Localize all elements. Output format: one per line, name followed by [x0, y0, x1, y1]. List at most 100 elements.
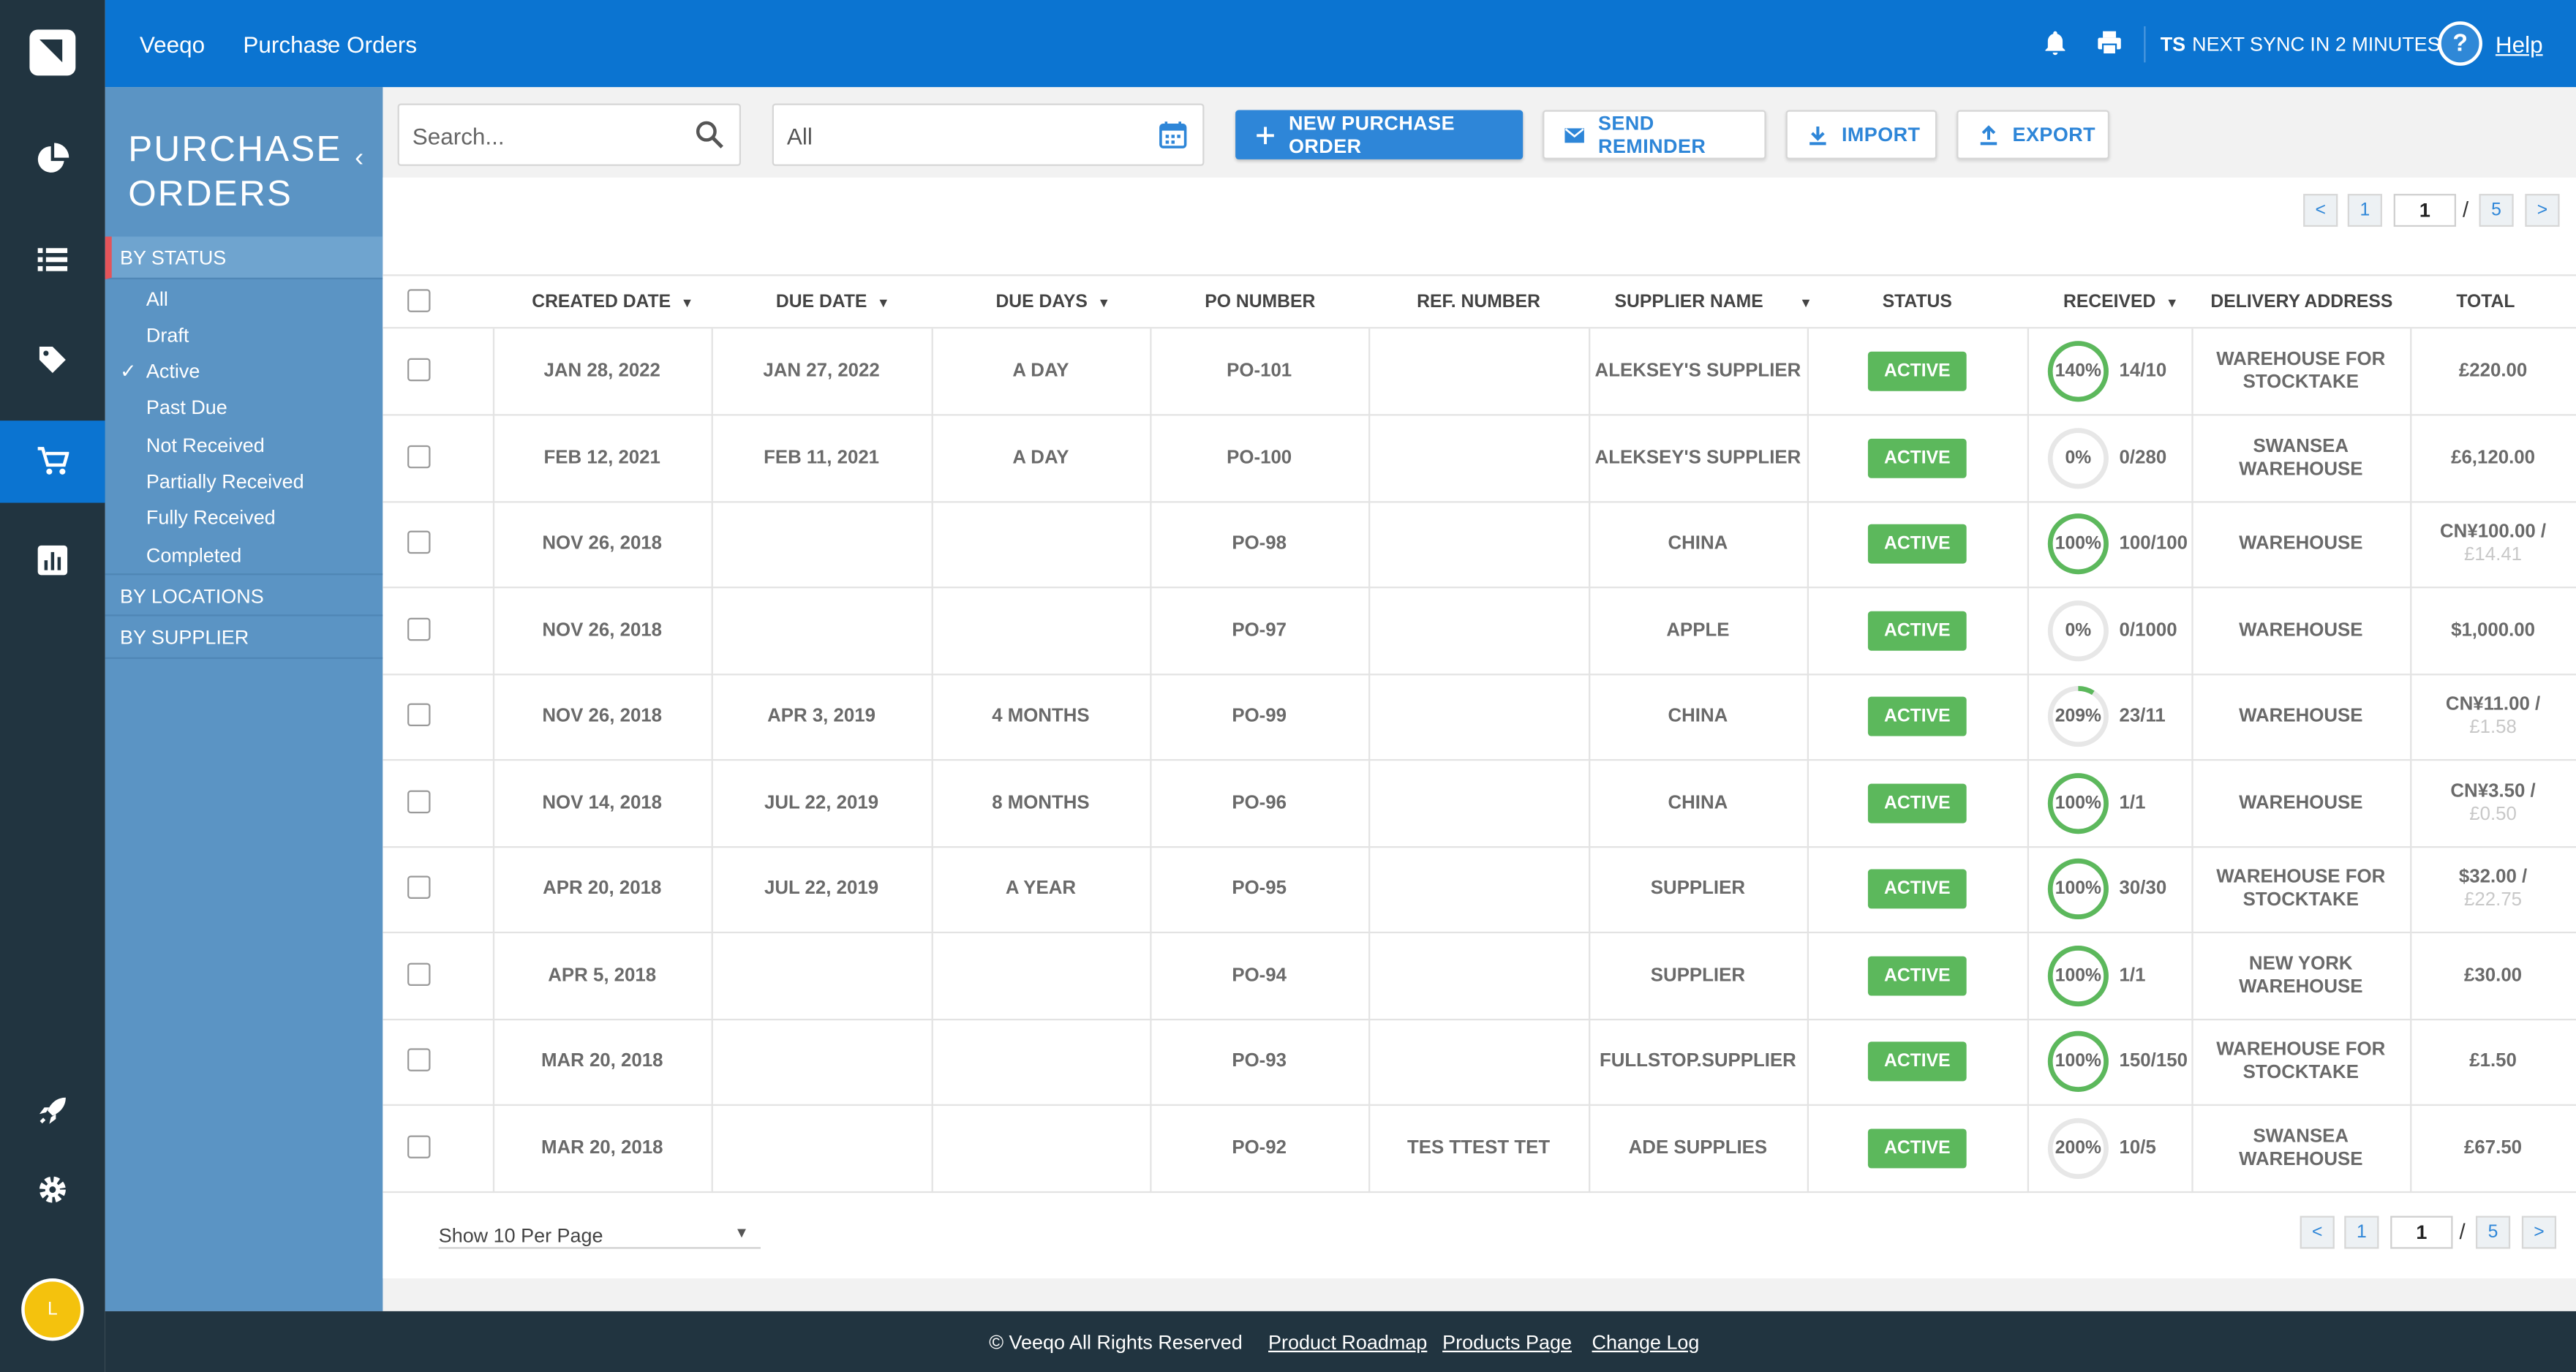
- row-checkbox[interactable]: [407, 530, 431, 554]
- first-page-button[interactable]: 1: [2347, 194, 2382, 227]
- cell-po-number[interactable]: PO-97: [1150, 587, 1368, 673]
- next-page-button[interactable]: >: [2525, 194, 2560, 227]
- section-by-status[interactable]: BY STATUS: [105, 236, 383, 279]
- bell-icon[interactable]: [2042, 29, 2068, 56]
- status-filter-active[interactable]: Active: [146, 360, 200, 382]
- product-roadmap-link[interactable]: Product Roadmap: [1268, 1331, 1427, 1354]
- reports-chart-icon[interactable]: [0, 519, 105, 601]
- column-header-total[interactable]: TOTAL: [2456, 293, 2515, 312]
- row-checkbox[interactable]: [407, 444, 431, 468]
- cell-po-number[interactable]: PO-95: [1150, 846, 1368, 932]
- calendar-icon[interactable]: [1159, 120, 1188, 149]
- table-row[interactable]: FEB 12, 2021 FEB 11, 2021 A DAY PO-100 ALEKS…: [383, 415, 2576, 502]
- import-button[interactable]: IMPORT: [1785, 110, 1937, 159]
- status-filter-fully-received[interactable]: Fully Received: [146, 506, 276, 529]
- table-row[interactable]: MAR 20, 2018 PO-93 FULLSTOP.SUPPLIER WAREHO…: [383, 1018, 2576, 1107]
- send-reminder-button[interactable]: SEND REMINDER: [1543, 110, 1766, 159]
- status-filter-partially-received[interactable]: Partially Received: [146, 470, 304, 493]
- cell-due-days: 4 MONTHS: [992, 706, 1090, 727]
- cell-po-number[interactable]: PO-100: [1150, 415, 1368, 500]
- table-row[interactable]: MAR 20, 2018 PO-92 TES TTEST TET ADE SUPPLI…: [383, 1104, 2576, 1192]
- section-by-locations[interactable]: BY LOCATIONS: [105, 573, 383, 617]
- search-field[interactable]: Search...: [397, 103, 742, 166]
- cell-po-number[interactable]: PO-93: [1150, 1019, 1368, 1104]
- last-page-button[interactable]: 5: [2475, 1215, 2511, 1249]
- first-page-button[interactable]: 1: [2344, 1215, 2379, 1249]
- row-checkbox[interactable]: [407, 358, 431, 382]
- column-divider: [2027, 501, 2030, 589]
- column-header-due-days[interactable]: DUE DAYS ▼: [995, 293, 1110, 312]
- products-tag-icon[interactable]: [0, 319, 105, 401]
- orders-list-icon[interactable]: [0, 219, 105, 301]
- cell-created-date: APR 5, 2018: [548, 965, 657, 985]
- cell-delivery-address: SWANSEA WAREHOUSE: [2239, 1126, 2363, 1169]
- cell-delivery-address: WAREHOUSE: [2239, 534, 2363, 554]
- row-checkbox[interactable]: [407, 789, 431, 813]
- page-number-input[interactable]: 1: [2393, 194, 2457, 227]
- date-range-select[interactable]: All: [772, 103, 1205, 166]
- cell-po-number[interactable]: PO-98: [1150, 501, 1368, 587]
- total-amount: £1.50: [2469, 1051, 2517, 1071]
- cell-supplier-name: CHINA: [1668, 534, 1728, 554]
- help-link[interactable]: Help: [2496, 31, 2543, 58]
- products-page-link[interactable]: Products Page: [1442, 1331, 1572, 1354]
- column-header-ref-number[interactable]: REF. NUMBER: [1417, 293, 1540, 312]
- row-checkbox[interactable]: [407, 962, 431, 985]
- status-filter-past-due[interactable]: Past Due: [146, 396, 227, 418]
- row-checkbox[interactable]: [407, 703, 431, 727]
- help-icon[interactable]: ?: [2438, 21, 2482, 66]
- new-purchase-order-button[interactable]: NEW PURCHASE ORDER: [1235, 110, 1524, 159]
- table-row[interactable]: NOV 26, 2018 APR 3, 2019 4 MONTHS PO-99 CHIN…: [383, 674, 2576, 761]
- table-row[interactable]: NOV 26, 2018 PO-98 CHINA WAREHOUSE ACTIVE 100…: [383, 501, 2576, 589]
- user-avatar[interactable]: L: [21, 1278, 84, 1341]
- select-all-checkbox[interactable]: [407, 289, 431, 312]
- column-header-po-number[interactable]: PO NUMBER: [1205, 293, 1315, 312]
- collapse-sidebar-icon[interactable]: ‹: [355, 145, 364, 174]
- per-page-select[interactable]: Show 10 Per Page ▼: [438, 1205, 761, 1249]
- table-row[interactable]: APR 5, 2018 PO-94 SUPPLIER NEW YORK WAREHOU…: [383, 932, 2576, 1020]
- section-by-supplier[interactable]: BY SUPPLIER: [105, 617, 383, 659]
- cell-po-number[interactable]: PO-101: [1150, 328, 1368, 414]
- rocket-icon[interactable]: [0, 1070, 105, 1152]
- logo-icon[interactable]: [29, 29, 76, 76]
- settings-gear-icon[interactable]: [0, 1148, 105, 1230]
- column-header-delivery-address[interactable]: DELIVERY ADDRESS: [2210, 293, 2392, 312]
- status-filter-draft[interactable]: Draft: [146, 324, 189, 347]
- page-number-input[interactable]: 1: [2390, 1215, 2453, 1249]
- cell-po-number[interactable]: PO-94: [1150, 932, 1368, 1018]
- search-input[interactable]: Search...: [413, 124, 505, 150]
- status-filter-completed[interactable]: Completed: [146, 544, 241, 567]
- last-page-button[interactable]: 5: [2479, 194, 2514, 227]
- status-filter-not-received[interactable]: Not Received: [146, 434, 265, 456]
- table-row[interactable]: NOV 14, 2018 JUL 22, 2019 8 MONTHS PO-96 CHI…: [383, 760, 2576, 848]
- row-checkbox[interactable]: [407, 1134, 431, 1158]
- row-checkbox[interactable]: [407, 875, 431, 899]
- received-count: 30/30: [2119, 878, 2167, 899]
- table-row[interactable]: JAN 28, 2022 JAN 27, 2022 A DAY PO-101 ALEKS…: [383, 328, 2576, 416]
- breadcrumb-root[interactable]: Veeqo: [140, 31, 205, 58]
- table-row[interactable]: APR 20, 2018 JUL 22, 2019 A YEAR PO-95 SUPPL…: [383, 846, 2576, 934]
- status-filter-all[interactable]: All: [146, 287, 168, 310]
- column-header-supplier-name[interactable]: SUPPLIER NAME ▼: [1615, 293, 1812, 312]
- row-checkbox[interactable]: [407, 617, 431, 641]
- prev-page-button[interactable]: <: [2303, 194, 2338, 227]
- row-checkbox[interactable]: [407, 1048, 431, 1071]
- dashboard-pie-icon[interactable]: [0, 118, 105, 200]
- envelope-icon: [1564, 127, 1584, 143]
- column-header-due-date[interactable]: DUE DATE ▼: [776, 293, 890, 312]
- cell-due-date: JUL 22, 2019: [764, 878, 879, 899]
- next-page-button[interactable]: >: [2521, 1215, 2557, 1249]
- change-log-link[interactable]: Change Log: [1592, 1331, 1700, 1354]
- prev-page-button[interactable]: <: [2300, 1215, 2335, 1249]
- search-icon[interactable]: [695, 120, 724, 149]
- purchase-cart-icon[interactable]: [0, 421, 105, 503]
- column-header-received[interactable]: RECEIVED ▼: [2063, 293, 2179, 312]
- column-header-created-date[interactable]: CREATED DATE ▼: [532, 293, 693, 312]
- table-row[interactable]: NOV 26, 2018 PO-97 APPLE WAREHOUSE ACTIVE 0% 0…: [383, 587, 2576, 675]
- export-button[interactable]: EXPORT: [1957, 110, 2110, 159]
- cell-po-number[interactable]: PO-92: [1150, 1105, 1368, 1191]
- printer-icon[interactable]: [2096, 29, 2123, 56]
- cell-po-number[interactable]: PO-99: [1150, 674, 1368, 759]
- cell-po-number[interactable]: PO-96: [1150, 760, 1368, 845]
- column-header-status[interactable]: STATUS: [1883, 293, 1952, 312]
